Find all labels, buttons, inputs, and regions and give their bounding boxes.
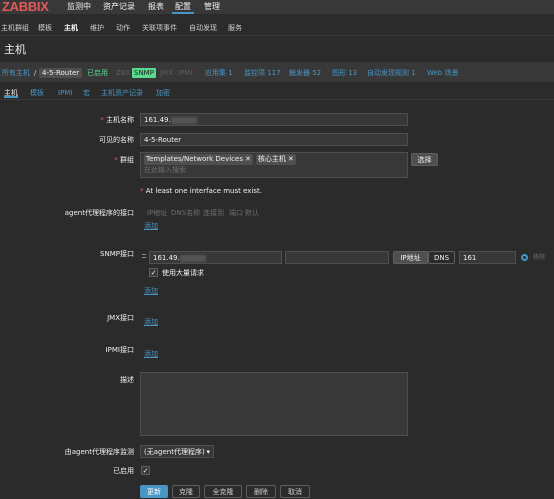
tab-inventory[interactable]: 主机资产记录 [101,88,143,98]
menu-monitoring[interactable]: 监测中 [64,0,94,14]
agent-interfaces-label: agent代理程序的接口 [64,209,134,217]
update-button[interactable]: 更新 [140,485,168,498]
interface-warning: * At least one interface must exist. [140,187,262,195]
menu-administration[interactable]: 管理 [201,0,223,14]
remove-chip-icon: ✕ [245,155,251,163]
proxy-select[interactable]: (无agent代理程序) ▾ [140,445,214,458]
hostname-label: * 主机名称 [100,116,134,124]
enabled-label: 已启用 [113,467,134,475]
link-web-scenarios[interactable]: Web 场景 [427,68,459,78]
subnav-host-groups[interactable]: 主机群组 [1,22,29,34]
add-jmx-interface-link[interactable]: 添加 [144,317,158,327]
add-snmp-interface-link[interactable]: 添加 [144,286,158,296]
remove-chip-icon: ✕ [287,155,294,163]
link-triggers[interactable]: 触发器 52 [289,68,321,78]
redacted-ip [179,254,206,262]
host-status-enabled[interactable]: 已启用 [87,68,108,78]
bulk-requests-label: 使用大量请求 [162,269,204,277]
snmp-port-field[interactable]: 161 [459,251,516,264]
menu-reports[interactable]: 报表 [145,0,167,14]
availability-jmx: JMX [160,69,173,77]
enabled-checkbox[interactable]: ✓ [141,466,150,475]
menu-inventory[interactable]: 资产记录 [100,0,138,14]
tab-macros[interactable]: 宏 [83,88,90,98]
breadcrumb-all-hosts[interactable]: 所有主机 [2,68,30,78]
monitored-by-label: 由agent代理程序监测 [64,448,134,456]
agent-col-ip: IP地址 [147,209,168,217]
clone-button[interactable]: 克隆 [172,485,200,498]
delete-button[interactable]: 删除 [246,485,276,498]
link-graphs[interactable]: 图形 13 [332,68,357,78]
snmp-dns-field[interactable] [285,251,389,264]
link-applications[interactable]: 应用集 1 [205,68,233,78]
groups-search-placeholder[interactable]: 在此输入搜索 [144,166,186,174]
menu-configuration[interactable]: 配置 [172,0,194,14]
bulk-requests-checkbox[interactable]: ✓ [149,268,158,277]
availability-ipmi: IPMI [178,69,193,77]
default-interface-radio[interactable] [521,254,528,261]
add-agent-interface-link[interactable]: 添加 [144,221,158,231]
availability-snmp: SNMP [132,68,156,78]
cancel-button[interactable]: 取消 [280,485,310,498]
group-chip[interactable]: Templates/Network Devices ✕ [144,154,253,165]
add-ipmi-interface-link[interactable]: 添加 [144,349,158,359]
breadcrumb-host[interactable]: 4-5-Router [39,68,83,78]
description-textarea[interactable] [140,372,408,436]
jmx-interfaces-label: JMX接口 [107,314,134,322]
snmp-ip-field[interactable]: 161.49. [149,251,282,264]
page-title: 主机 [4,43,26,56]
subnav-maintenance[interactable]: 维护 [90,22,104,34]
tab-host[interactable]: 主机 [4,88,18,98]
hostname-field[interactable]: 161.49. [140,113,408,126]
subnav-actions[interactable]: 动作 [116,22,130,34]
subnav-correlation[interactable]: 关联项事件 [142,22,177,34]
availability-zbx: ZBX [116,69,131,77]
sub-navbar [0,14,554,36]
tab-templates[interactable]: 模板 [30,88,44,98]
drag-handle-icon[interactable] [142,254,146,258]
ipmi-interfaces-label: IPMI接口 [105,346,134,354]
subnav-services[interactable]: 服务 [228,22,242,34]
groups-multiselect[interactable]: Templates/Network Devices ✕ 核心主机 ✕ 在此输入搜索 [140,152,408,178]
connect-ip-toggle[interactable]: IP地址 [393,251,428,264]
link-discovery-rules[interactable]: 自动发现规则 1 [367,68,416,78]
visible-name-label: 可见的名称 [99,136,134,144]
tab-ipmi[interactable]: IPMI [58,88,72,98]
remove-interface-link[interactable]: 移除 [533,253,545,263]
description-label: 描述 [120,376,134,384]
connect-dns-toggle[interactable]: DNS [428,251,455,264]
agent-col-default: 默认 [245,209,259,217]
full-clone-button[interactable]: 全克隆 [204,485,242,498]
chevron-down-icon: ▾ [206,448,210,456]
agent-col-port: 端口 [229,209,243,217]
subnav-discovery[interactable]: 自动发现 [189,22,217,34]
select-groups-button[interactable]: 选择 [411,153,438,166]
link-items[interactable]: 监控项 117 [244,68,281,78]
subnav-templates[interactable]: 模板 [38,22,52,34]
agent-col-dns: DNS名称 [171,209,201,217]
agent-col-connect: 连接到 [203,209,224,217]
subnav-hosts[interactable]: 主机 [64,22,78,34]
snmp-interfaces-label: SNMP接口 [100,250,134,258]
breadcrumb-separator: / [34,69,37,77]
group-chip[interactable]: 核心主机 ✕ [255,154,296,165]
zabbix-logo[interactable]: ZABBIX [2,0,49,14]
tab-encryption[interactable]: 加密 [156,88,170,98]
visible-name-field[interactable]: 4-5-Router [140,133,408,146]
groups-label: * 群组 [114,156,134,164]
redacted-hostname [170,116,197,124]
